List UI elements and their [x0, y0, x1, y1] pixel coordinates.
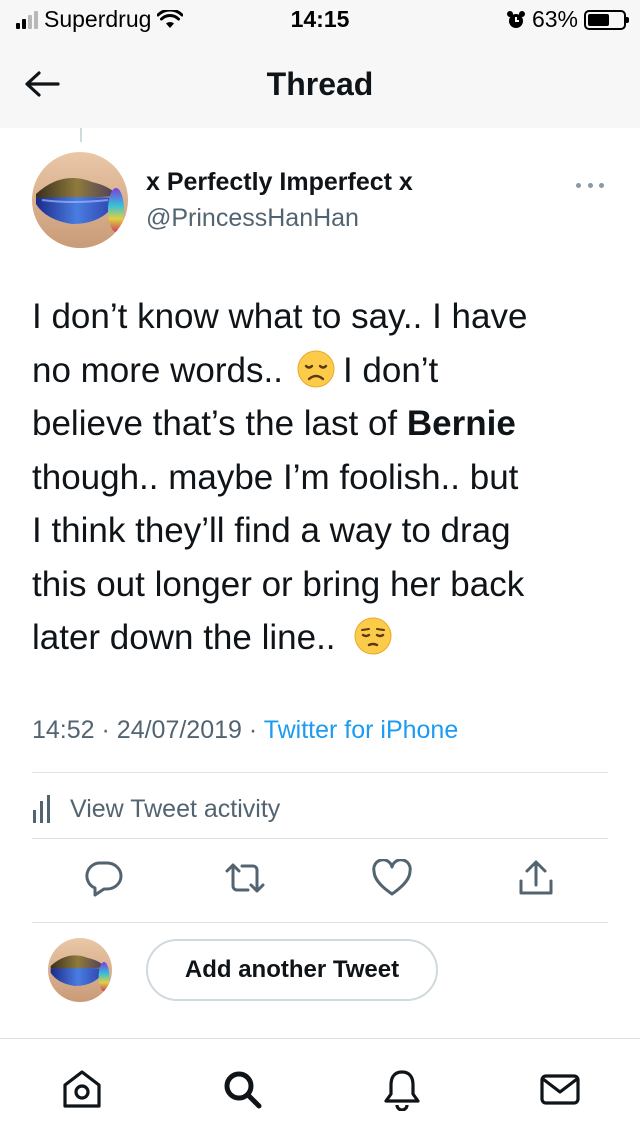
home-icon [63, 1070, 101, 1108]
author-avatar[interactable] [32, 152, 128, 248]
retweet-icon [225, 863, 265, 893]
notifications-icon [384, 1070, 420, 1111]
tweet-time: 14:52 [32, 716, 95, 744]
tab-messages[interactable] [536, 1065, 584, 1113]
share-button[interactable] [514, 856, 558, 900]
divider [32, 772, 608, 773]
bottom-tab-bar [0, 1038, 640, 1136]
view-tweet-activity-label: View Tweet activity [70, 794, 281, 823]
tweet-metadata: 14:52 · 24/07/2019 · Twitter for iPhone [32, 716, 458, 745]
author-handle[interactable]: @PrincessHanHan [146, 204, 359, 233]
text-segment: this out longer or bring her back [32, 564, 525, 604]
tweet-text-line: I don’t know what to say.. I have [32, 290, 612, 344]
tweet-date: 24/07/2019 [116, 716, 242, 744]
battery-icon [584, 9, 629, 30]
tab-notifications[interactable] [378, 1065, 426, 1113]
battery-level-fill [588, 13, 610, 26]
text-segment: though.. maybe I’m foolish.. but [32, 457, 519, 497]
avatar-image-icon [32, 152, 128, 248]
current-user-avatar[interactable] [48, 938, 112, 1002]
view-tweet-activity-button[interactable]: View Tweet activity [32, 794, 280, 824]
analytics-icon [33, 795, 50, 823]
page-title: Thread [266, 66, 374, 102]
text-segment: believe that’s the last of [32, 404, 407, 443]
battery-percentage: 63% [531, 6, 578, 32]
bold-keyword: Bernie [406, 404, 516, 443]
reply-button[interactable] [82, 856, 126, 900]
retweet-button[interactable] [223, 856, 267, 900]
tweet-text-line: though.. maybe I’m foolish.. but [32, 451, 612, 505]
tab-home[interactable] [58, 1065, 106, 1113]
tweet-text-line: later down the line.. [32, 611, 612, 665]
status-bar-right: 63% [506, 6, 629, 33]
alarm-clock-icon [506, 10, 525, 28]
text-segment: I don’t [342, 350, 439, 390]
tweet-action-bar [0, 856, 640, 906]
share-icon [519, 860, 553, 895]
author-name[interactable]: x Perfectly Imperfect x [146, 168, 413, 197]
tweet-text-line: no more words.. I don’t [32, 344, 612, 398]
disappointed-face-emoji [297, 350, 335, 387]
like-icon [372, 859, 412, 896]
divider [32, 922, 608, 923]
more-options-icon[interactable] [574, 175, 606, 195]
tweet-text-line: believe that’s the last of Bernie [32, 397, 612, 451]
text-segment: no more words.. [32, 350, 283, 390]
pensive-face-emoji [354, 617, 392, 655]
navigation-header: Thread [0, 40, 640, 128]
divider [32, 838, 608, 839]
status-bar: Superdrug 14:15 63% [0, 0, 640, 40]
add-another-tweet-button[interactable]: Add another Tweet [146, 939, 438, 1001]
tweet-text: I don’t know what to say.. I have no mor… [32, 290, 612, 665]
text-segment: later down the line.. [32, 618, 336, 657]
text-segment: I think they’ll find a way to drag [32, 511, 511, 550]
meta-separator: · [248, 716, 258, 744]
avatar-image-icon [48, 938, 112, 1002]
messages-icon [540, 1074, 580, 1105]
meta-separator: · [101, 716, 110, 744]
text-segment: I don’t know what to say.. I have [32, 297, 528, 336]
tweet-text-line: this out longer or bring her back [32, 558, 612, 612]
thread-connector-line [80, 128, 82, 142]
tab-search[interactable] [218, 1065, 266, 1113]
search-icon [224, 1071, 262, 1109]
tweet-source-link[interactable]: Twitter for iPhone [264, 716, 459, 744]
like-button[interactable] [370, 856, 414, 900]
reply-icon [85, 861, 123, 897]
tweet-text-line: I think they’ll find a way to drag [32, 504, 612, 558]
